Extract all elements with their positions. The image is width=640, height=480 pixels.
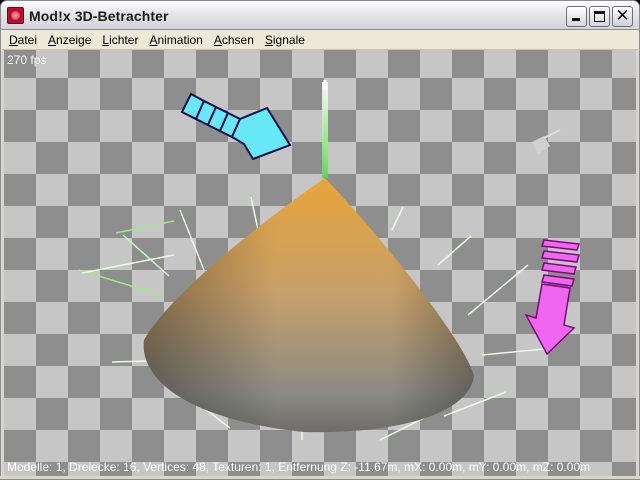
light-direction-arrow-magenta[interactable]: [524, 239, 581, 356]
menu-animation[interactable]: Animation: [144, 30, 208, 49]
3d-scene[interactable]: [4, 50, 636, 476]
close-icon: ✕: [615, 6, 630, 26]
title-bar[interactable]: Mod!x 3D-Betrachter ✕: [0, 0, 640, 30]
menu-lichter[interactable]: Lichter: [97, 30, 144, 49]
menu-signale[interactable]: Signale: [260, 30, 311, 49]
light-beam: [322, 80, 328, 178]
light-direction-arrow-cyan[interactable]: [180, 92, 292, 161]
app-window: Mod!x 3D-Betrachter ✕ Datei Anzeige Lich…: [0, 0, 640, 480]
maximize-button[interactable]: [589, 6, 610, 27]
minimize-icon: [572, 18, 580, 21]
menu-anzeige[interactable]: Anzeige: [43, 30, 97, 49]
minimize-button[interactable]: [566, 6, 587, 27]
cone-model[interactable]: [143, 178, 474, 433]
window-frame-right: [636, 50, 640, 480]
fps-counter: 270 fps: [7, 53, 47, 67]
maximize-icon: [594, 11, 605, 22]
scene-status-line: Modelle: 1, Dreiecke: 16, Vertices: 48, …: [7, 460, 591, 474]
menu-bar: Datei Anzeige Lichter Animation Achsen S…: [0, 30, 640, 50]
light-source-icon[interactable]: [532, 129, 561, 154]
app-logo-icon[interactable]: [7, 7, 24, 24]
caption-buttons: ✕: [566, 6, 633, 27]
menu-achsen[interactable]: Achsen: [209, 30, 260, 49]
window-frame-bottom: [0, 476, 640, 480]
3d-viewport[interactable]: 270 fps Modelle: 1, Dreiecke: 16, Vertic…: [4, 50, 636, 476]
window-title: Mod!x 3D-Betrachter: [29, 8, 169, 24]
menu-datei[interactable]: Datei: [4, 30, 43, 49]
close-button[interactable]: ✕: [612, 6, 633, 27]
